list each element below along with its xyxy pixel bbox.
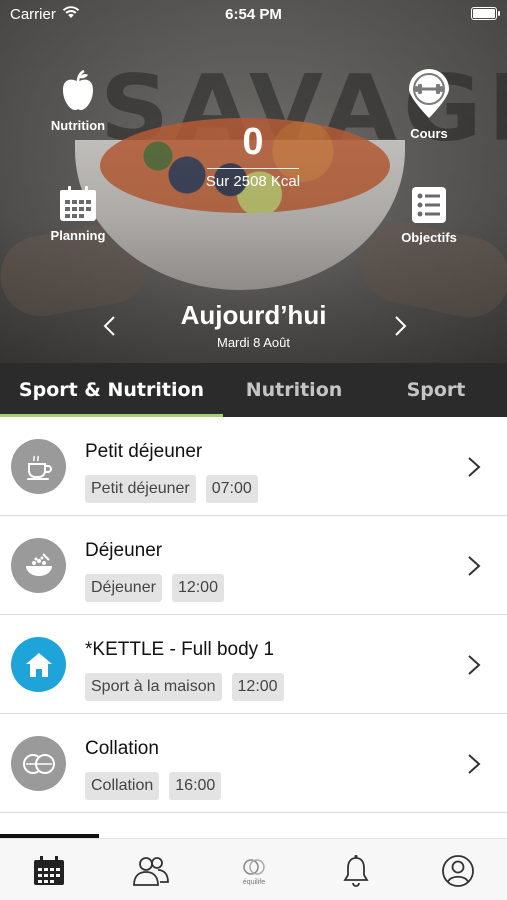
nav-calendar[interactable] (29, 851, 69, 891)
item-title: Collation (85, 738, 159, 759)
day-selector: Aujourd’hui Mardi 8 Août (0, 300, 507, 350)
item-time-tag: 12:00 (231, 673, 284, 701)
cookies-icon (11, 736, 66, 791)
schedule-list: Petit déjeuner Petit déjeuner 07:00 Déje… (0, 417, 507, 813)
item-time-tag: 07:00 (205, 475, 258, 503)
planning-label: Planning (50, 228, 106, 243)
chevron-right-icon (468, 457, 481, 477)
status-time: 6:54 PM (225, 6, 282, 23)
planning-shortcut[interactable]: Planning (33, 186, 123, 243)
brand-label: équilife (242, 878, 266, 886)
calorie-target: Sur 2508 Kcal (205, 173, 301, 190)
calorie-divider (207, 168, 299, 169)
item-category-tag: Collation (85, 772, 160, 800)
item-title: Petit déjeuner (85, 441, 203, 462)
checklist-icon (412, 187, 446, 223)
nav-community[interactable] (131, 851, 171, 891)
house-icon (11, 637, 66, 692)
dumbbell-pin-icon (409, 69, 449, 118)
item-time-tag: 12:00 (171, 574, 224, 602)
calorie-summary: 0 Sur 2508 Kcal (183, 120, 323, 190)
calendar-icon (60, 186, 96, 221)
user-profile-icon (442, 855, 474, 887)
item-category-tag: Sport à la maison (85, 673, 222, 701)
apple-icon (63, 70, 93, 111)
chevron-right-icon (468, 556, 481, 576)
tab-sport-nutrition[interactable]: Sport & Nutrition (0, 363, 223, 417)
salad-bowl-icon (11, 538, 66, 593)
cours-label: Cours (410, 126, 448, 141)
tab-sport[interactable]: Sport (365, 363, 507, 417)
nutrition-label: Nutrition (50, 118, 106, 133)
list-item[interactable]: Petit déjeuner Petit déjeuner 07:00 (0, 417, 507, 516)
people-icon (133, 857, 169, 886)
nav-equilife-home[interactable]: équilife (234, 851, 274, 891)
nav-notifications[interactable] (336, 851, 376, 891)
chevron-right-icon (468, 655, 481, 675)
nutrition-shortcut[interactable]: Nutrition (33, 70, 123, 133)
list-item[interactable]: Déjeuner Déjeuner 12:00 (0, 516, 507, 615)
chevron-right-icon (468, 754, 481, 774)
objectifs-label: Objectifs (401, 230, 457, 245)
item-time-tag: 16:00 (169, 772, 222, 800)
status-bar: Carrier 6:54 PM (0, 0, 507, 28)
bell-icon (343, 855, 369, 887)
day-date: Mardi 8 Août (217, 335, 290, 350)
list-item[interactable]: *KETTLE - Full body 1 Sport à la maison … (0, 615, 507, 714)
battery-icon (471, 7, 500, 20)
coffee-cup-icon (11, 439, 66, 494)
calorie-count: 0 (242, 121, 264, 163)
cours-shortcut[interactable]: Cours (384, 68, 474, 141)
objectifs-shortcut[interactable]: Objectifs (384, 186, 474, 245)
item-category-tag: Déjeuner (85, 574, 162, 602)
nav-profile[interactable] (438, 851, 478, 891)
item-title: *KETTLE - Full body 1 (85, 639, 275, 660)
calendar-icon (34, 856, 64, 885)
item-category-tag: Petit déjeuner (85, 475, 196, 503)
list-item[interactable]: Collation Collation 16:00 (0, 714, 507, 813)
day-title: Aujourd’hui (180, 300, 327, 330)
item-title: Déjeuner (85, 540, 163, 561)
bottom-navigation: équilife (0, 838, 507, 900)
tab-nutrition[interactable]: Nutrition (223, 363, 365, 417)
next-day-chevron-icon[interactable] (388, 314, 412, 338)
equilife-logo-icon (243, 858, 265, 875)
category-tabs: Sport & Nutrition Nutrition Sport (0, 363, 507, 417)
